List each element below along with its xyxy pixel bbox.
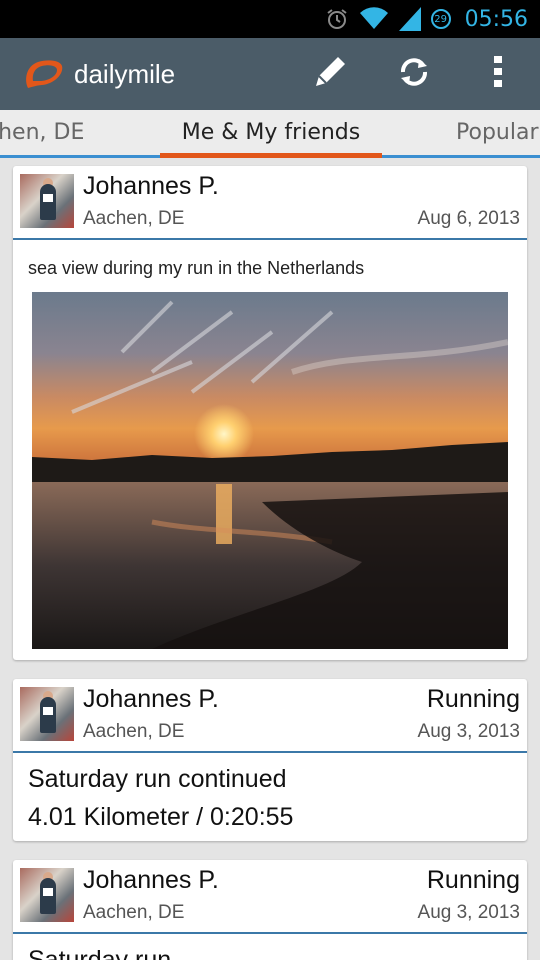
compose-button[interactable]	[288, 38, 372, 110]
alarm-icon	[325, 7, 349, 31]
avatar[interactable]	[20, 174, 74, 228]
user-name[interactable]: Johannes P.	[83, 172, 219, 201]
post-date: Aug 6, 2013	[417, 208, 520, 229]
tab-popular[interactable]: Popular	[456, 110, 539, 156]
user-location: Aachen, DE	[83, 902, 185, 923]
user-name[interactable]: Johannes P.	[83, 866, 219, 895]
feed-list[interactable]: Johannes P. Aachen, DE Aug 6, 2013 sea v…	[0, 158, 540, 960]
activity-type: Running	[426, 866, 520, 894]
user-name[interactable]: Johannes P.	[83, 685, 219, 714]
post-date: Aug 3, 2013	[417, 721, 520, 742]
tab-me-and-friends[interactable]: Me & My friends	[160, 110, 382, 156]
compose-icon	[310, 52, 350, 96]
feed-item-workout[interactable]: Johannes P. Running Aachen, DE Aug 3, 20…	[13, 860, 527, 960]
post-date: Aug 3, 2013	[417, 902, 520, 923]
refresh-button[interactable]	[372, 38, 456, 110]
workout-title: Saturday run continued	[28, 765, 287, 793]
post-caption: sea view during my run in the Netherland…	[28, 258, 365, 278]
card-header: Johannes P. Aachen, DE Aug 6, 2013	[13, 166, 527, 240]
workout-stats: 4.01 Kilometer / 0:20:55	[28, 803, 294, 831]
card-header: Johannes P. Running Aachen, DE Aug 3, 20…	[13, 679, 527, 753]
feed-item-photo-post[interactable]: Johannes P. Aachen, DE Aug 6, 2013 sea v…	[13, 166, 527, 660]
signal-icon	[398, 7, 421, 31]
workout-title: Saturday run	[28, 946, 172, 960]
avatar[interactable]	[20, 868, 74, 922]
status-time: 05:56	[464, 6, 528, 32]
overflow-menu-icon	[493, 55, 503, 93]
battery-icon: 29	[430, 9, 451, 29]
activity-type: Running	[426, 685, 520, 713]
wifi-icon	[359, 7, 389, 31]
tab-aachen[interactable]: chen, DE	[0, 110, 84, 156]
avatar[interactable]	[20, 687, 74, 741]
battery-level: 29	[434, 13, 447, 25]
dailymile-logo-icon[interactable]	[22, 58, 64, 90]
user-location: Aachen, DE	[83, 208, 185, 229]
feed-item-workout[interactable]: Johannes P. Running Aachen, DE Aug 3, 20…	[13, 679, 527, 841]
user-location: Aachen, DE	[83, 721, 185, 742]
refresh-icon	[395, 53, 433, 95]
post-photo[interactable]	[32, 292, 508, 649]
overflow-menu-button[interactable]	[456, 38, 540, 110]
action-bar: dailymile	[0, 38, 540, 110]
tab-strip: chen, DE Me & My friends Popular	[0, 110, 540, 158]
app-title: dailymile	[74, 58, 176, 89]
status-bar: 29 05:56	[0, 0, 540, 38]
card-header: Johannes P. Running Aachen, DE Aug 3, 20…	[13, 860, 527, 934]
